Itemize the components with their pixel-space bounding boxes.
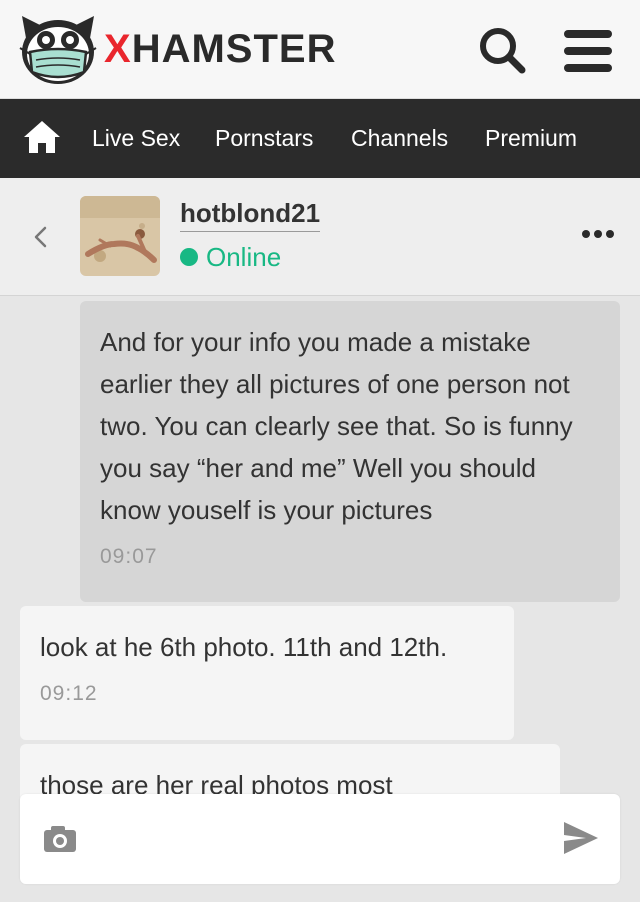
message-bubble-incoming: look at he 6th photo. 11th and 12th. 09:… — [20, 606, 514, 740]
hamburger-menu-icon[interactable] — [562, 28, 614, 74]
nav-item-premium[interactable]: Premium — [485, 99, 577, 178]
search-icon[interactable] — [476, 24, 528, 76]
message-composer — [20, 794, 620, 884]
nav-item-channels[interactable]: Channels — [351, 99, 448, 178]
main-nav: Live Sex Pornstars Channels Premium — [0, 99, 640, 178]
message-text: And for your info you made a mistake ear… — [100, 327, 573, 525]
message-time: 09:07 — [100, 545, 158, 568]
hamster-logo-icon[interactable] — [16, 12, 100, 88]
camera-icon[interactable] — [42, 824, 78, 854]
message-time: 09:12 — [40, 682, 98, 705]
message-input[interactable] — [96, 816, 540, 864]
avatar[interactable] — [80, 196, 160, 276]
online-status: Online — [180, 242, 281, 272]
logo-wordmark-rest: HAMSTER — [131, 27, 337, 71]
message-text: look at he 6th photo. 11th and 12th. — [40, 632, 448, 662]
logo-wordmark[interactable]: XHAMSTER — [104, 24, 336, 74]
online-status-label: Online — [206, 242, 282, 272]
chat-username[interactable]: hotblond21 — [180, 198, 321, 232]
nav-item-live-sex[interactable]: Live Sex — [92, 99, 180, 178]
send-icon[interactable] — [562, 820, 600, 856]
top-header: XHAMSTER — [0, 0, 640, 99]
message-bubble-outgoing: And for your info you made a mistake ear… — [80, 301, 620, 602]
home-icon[interactable] — [22, 119, 62, 155]
nav-item-pornstars[interactable]: Pornstars — [215, 99, 313, 178]
logo-wordmark-accent: X — [104, 27, 132, 71]
online-dot-icon — [180, 248, 198, 267]
more-options-icon[interactable] — [578, 222, 618, 246]
chat-header: hotblond21 Online — [0, 178, 640, 296]
chevron-left-icon[interactable] — [28, 224, 54, 250]
